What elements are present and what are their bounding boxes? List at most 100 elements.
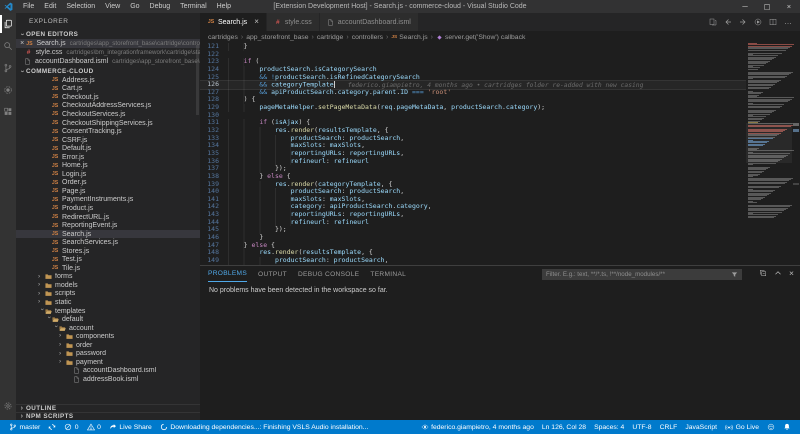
section-npm-scripts[interactable]: ›NPM SCRIPTS xyxy=(16,412,200,420)
code-line-136[interactable]: 136refineurl: refineurl xyxy=(200,158,746,166)
breadcrumb-item[interactable]: server.get('Show') callback xyxy=(436,34,525,41)
status-javascript[interactable]: JavaScript xyxy=(681,424,721,431)
status-live-share[interactable]: Live Share xyxy=(105,423,156,431)
activity-extensions-icon[interactable] xyxy=(0,101,16,123)
tree-item-Search.js[interactable]: JSSearch.js xyxy=(16,230,200,239)
activity-search-icon[interactable] xyxy=(0,35,16,57)
tree-item-templates[interactable]: ›templates xyxy=(16,307,200,316)
tree-item-scripts[interactable]: ›scripts xyxy=(16,290,200,299)
code-line-139[interactable]: 139res.render(categoryTemplate, { xyxy=(200,181,746,189)
minimize-button[interactable]: ─ xyxy=(734,0,756,13)
open-editors-header[interactable]: › OPEN EDITORS xyxy=(16,29,200,39)
close-tab-icon[interactable]: × xyxy=(254,18,259,26)
sidebar-scrollbar[interactable] xyxy=(196,45,199,115)
breadcrumb-item[interactable]: JSSearch.js xyxy=(391,34,427,41)
tree-item-Stores.js[interactable]: JSStores.js xyxy=(16,247,200,256)
tree-item-addressBook.isml[interactable]: addressBook.isml xyxy=(16,375,200,384)
tree-item-PaymentInstruments.js[interactable]: JSPaymentInstruments.js xyxy=(16,196,200,205)
tree-item-CSRF.js[interactable]: JSCSRF.js xyxy=(16,136,200,145)
tree-item-RedirectURL.js[interactable]: JSRedirectURL.js xyxy=(16,213,200,222)
tree-item-Cart.js[interactable]: JSCart.js xyxy=(16,85,200,94)
code-line-126[interactable]: 126&& categoryTemplatefederico.giampietr… xyxy=(200,81,746,89)
status-federico-giampietro[interactable]: federico.giampietro, 4 months ago xyxy=(417,423,538,431)
minimap-slider[interactable] xyxy=(746,123,792,163)
tab-style.css[interactable]: #style.css xyxy=(267,13,320,31)
tree-item-Tile.js[interactable]: JSTile.js xyxy=(16,264,200,273)
code-line-147[interactable]: 147} else { xyxy=(200,242,746,250)
code-line-125[interactable]: 125&& !productSearch.isRefinedCategorySe… xyxy=(200,74,746,82)
tree-item-Product.js[interactable]: JSProduct.js xyxy=(16,204,200,213)
menu-edit[interactable]: Edit xyxy=(39,0,61,13)
close-panel-icon[interactable]: × xyxy=(789,269,794,277)
tree-item-static[interactable]: ›static xyxy=(16,298,200,307)
tree-item-forms[interactable]: ›forms xyxy=(16,273,200,282)
status-ln-126[interactable]: Ln 126, Col 28 xyxy=(538,424,590,431)
tree-item-account[interactable]: ›account xyxy=(16,324,200,333)
line-number[interactable]: 149 xyxy=(200,257,228,265)
status-utf-8[interactable]: UTF-8 xyxy=(628,424,655,431)
tree-item-default[interactable]: ›default xyxy=(16,315,200,324)
open-editor-style.css[interactable]: #style.csscartridges\bm_integrationframe… xyxy=(16,48,200,57)
activity-explorer-icon[interactable] xyxy=(0,13,16,35)
breadcrumb-item[interactable]: cartridges xyxy=(208,34,238,41)
activity-debug-icon[interactable] xyxy=(0,79,16,101)
code-line-132[interactable]: 132res.render(resultsTemplate, { xyxy=(200,127,746,135)
code-line-121[interactable]: 121} xyxy=(200,43,746,51)
tree-item-components[interactable]: ›components xyxy=(16,332,200,341)
code-line-130[interactable]: 130 xyxy=(200,112,746,120)
menu-file[interactable]: File xyxy=(18,0,39,13)
breadcrumb-item[interactable]: app_storefront_base xyxy=(246,34,308,41)
status-sync[interactable] xyxy=(44,423,60,431)
problems-filter-input[interactable] xyxy=(542,269,742,280)
menu-selection[interactable]: Selection xyxy=(61,0,100,13)
code-line-138[interactable]: 138} else { xyxy=(200,173,746,181)
breadcrumb-item[interactable]: cartridge xyxy=(317,34,343,41)
workspace-root-header[interactable]: › COMMERCE-CLOUD xyxy=(16,66,200,76)
navigate-forward-icon[interactable] xyxy=(739,18,747,26)
code-line-144[interactable]: 144refineurl: refineurl xyxy=(200,219,746,227)
tab-accountDashboard.isml[interactable]: accountDashboard.isml xyxy=(320,13,419,31)
status-0[interactable]: 0 xyxy=(60,423,82,431)
status-downloading-dependencies-finishing-vsls-audio-installation[interactable]: Downloading dependencies...: Finishing V… xyxy=(156,423,373,431)
menu-terminal[interactable]: Terminal xyxy=(175,0,211,13)
open-editor-accountDashboard.isml[interactable]: accountDashboard.ismlcartridges\app_stor… xyxy=(16,57,200,66)
status-bell[interactable] xyxy=(779,423,795,431)
code-line-129[interactable]: 129pageMetaHelper.setPageMetaData(req.pa… xyxy=(200,104,746,112)
code-line-122[interactable]: 122 xyxy=(200,51,746,59)
code-line-124[interactable]: 124productSearch.isCategorySearch xyxy=(200,66,746,74)
overview-ruler[interactable] xyxy=(792,43,800,265)
code-line-127[interactable]: 127&& apiProductSearch.category.parent.I… xyxy=(200,89,746,97)
tree-item-Login.js[interactable]: JSLogin.js xyxy=(16,170,200,179)
tree-item-payment[interactable]: ›payment xyxy=(16,358,200,367)
maximize-button[interactable]: ▢ xyxy=(756,0,778,13)
tree-item-ReportingEvent.js[interactable]: JSReportingEvent.js xyxy=(16,221,200,230)
status-go-live[interactable]: Go Live xyxy=(721,423,763,431)
breadcrumb-item[interactable]: controllers xyxy=(352,34,383,41)
close-button[interactable]: × xyxy=(778,0,800,13)
code-line-146[interactable]: 146} xyxy=(200,234,746,242)
tab-Search.js[interactable]: JSSearch.js× xyxy=(200,13,267,31)
code-line-149[interactable]: 149productSearch: productSearch, xyxy=(200,257,746,265)
maximize-panel-icon[interactable] xyxy=(774,269,782,277)
tree-item-CheckoutServices.js[interactable]: JSCheckoutServices.js xyxy=(16,110,200,119)
status-spaces-4[interactable]: Spaces: 4 xyxy=(590,424,628,431)
tree-item-Default.js[interactable]: JSDefault.js xyxy=(16,144,200,153)
menu-help[interactable]: Help xyxy=(212,0,236,13)
run-icon[interactable] xyxy=(754,18,762,26)
tree-item-Checkout.js[interactable]: JSCheckout.js xyxy=(16,93,200,102)
open-changes-icon[interactable] xyxy=(709,18,717,26)
panel-tab-debug-console[interactable]: DEBUG CONSOLE xyxy=(298,267,359,282)
tree-item-Home.js[interactable]: JSHome.js xyxy=(16,161,200,170)
code-line-131[interactable]: 131if (isAjax) { xyxy=(200,119,746,127)
status-0[interactable]: 0 xyxy=(83,423,105,431)
split-editor-icon[interactable] xyxy=(769,18,777,26)
tree-item-models[interactable]: ›models xyxy=(16,281,200,290)
open-editor-Search.js[interactable]: ×JSSearch.jscartridges\app_storefront_ba… xyxy=(16,39,200,48)
code-line-140[interactable]: 140productSearch: productSearch, xyxy=(200,188,746,196)
panel-tab-output[interactable]: OUTPUT xyxy=(258,267,287,282)
status-master[interactable]: master xyxy=(5,423,44,431)
code-line-123[interactable]: 123if ( xyxy=(200,58,746,66)
minimap[interactable] xyxy=(746,43,792,265)
tree-item-accountDashboard.isml[interactable]: accountDashboard.isml xyxy=(16,367,200,376)
code-line-145[interactable]: 145}); xyxy=(200,226,746,234)
